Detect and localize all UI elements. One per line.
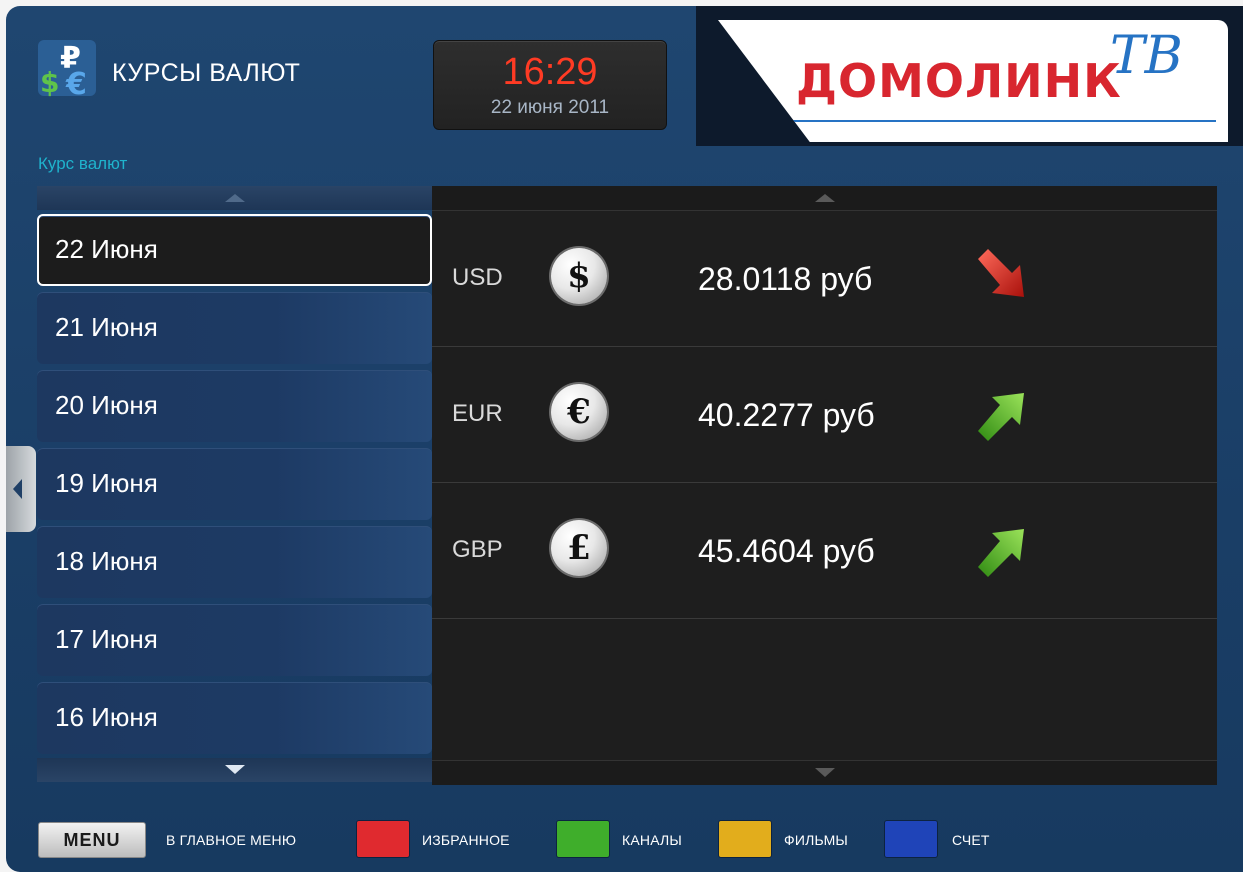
date-item[interactable]: 19 Июня xyxy=(37,448,432,520)
app-title: КУРСЫ ВАЛЮТ xyxy=(112,59,301,87)
blue-key-label: СЧЕТ xyxy=(952,832,990,848)
currency-code: USD xyxy=(452,264,503,291)
date-list-scroll-down[interactable] xyxy=(37,758,432,782)
date-item[interactable]: 22 Июня xyxy=(37,214,432,286)
red-key-label: ИЗБРАННОЕ xyxy=(422,832,510,848)
date-item-label: 17 Июня xyxy=(55,624,158,654)
yellow-key-button[interactable] xyxy=(718,820,772,858)
chevron-left-icon xyxy=(13,479,22,499)
arrow-up-icon xyxy=(224,194,245,202)
rate-row-gbp: GBP £ 45.4604 руб xyxy=(432,483,1217,619)
red-key-button[interactable] xyxy=(356,820,410,858)
rates-scroll-down[interactable] xyxy=(432,760,1217,785)
svg-text:€: € xyxy=(65,67,87,98)
pound-coin-icon: £ xyxy=(551,520,607,576)
date-item-label: 19 Июня xyxy=(55,468,158,498)
date-item[interactable]: 17 Июня xyxy=(37,604,432,676)
blue-key-button[interactable] xyxy=(884,820,938,858)
date-item[interactable]: 21 Июня xyxy=(37,292,432,364)
euro-coin-icon: € xyxy=(551,384,607,440)
green-arrow-up-icon xyxy=(978,393,1024,441)
green-key-button[interactable] xyxy=(556,820,610,858)
clock-panel: 16:29 22 июня 2011 xyxy=(433,40,667,130)
red-arrow-down-icon xyxy=(978,249,1024,297)
menu-caption: В ГЛАВНОЕ МЕНЮ xyxy=(166,832,297,848)
currency-code: GBP xyxy=(452,536,503,563)
date-item-label: 18 Июня xyxy=(55,546,158,576)
rate-row-eur: EUR € 40.2277 руб xyxy=(432,347,1217,483)
date-item[interactable]: 16 Июня xyxy=(37,682,432,754)
date-list: 22 Июня 21 Июня 20 Июня 19 Июня 18 Июня … xyxy=(37,186,432,784)
rates-panel: USD $ 28.0118 руб EUR € 40.2277 руб GBP … xyxy=(432,186,1217,785)
date-item[interactable]: 18 Июня xyxy=(37,526,432,598)
logo-tv-mark: ТВ xyxy=(1110,26,1183,86)
arrow-down-icon xyxy=(814,768,835,777)
green-arrow-up-icon xyxy=(978,529,1024,577)
rate-value: 40.2277 руб xyxy=(698,397,875,433)
clock-date: 22 июня 2011 xyxy=(490,97,610,118)
rate-value: 45.4604 руб xyxy=(698,533,875,569)
date-item-label: 21 Июня xyxy=(55,312,158,342)
date-item[interactable]: 20 Июня xyxy=(37,370,432,442)
rate-value: 28.0118 руб xyxy=(698,261,873,297)
yellow-key-label: ФИЛЬМЫ xyxy=(784,832,849,848)
rate-row-usd: USD $ 28.0118 руб xyxy=(432,211,1217,347)
menu-button[interactable]: MENU xyxy=(38,822,146,858)
app-frame: ДОМОЛИНК ТВ ₽ $ € КУРСЫ ВАЛЮТ 16:29 22 и… xyxy=(6,6,1243,872)
arrow-down-icon xyxy=(224,765,245,774)
date-item-label: 22 Июня xyxy=(55,234,158,264)
svg-text:$: $ xyxy=(40,66,59,98)
currency-ruble-dollar-euro-icon: ₽ $ € xyxy=(36,38,100,102)
dollar-coin-icon: $ xyxy=(551,248,607,304)
clock-time: 16:29 xyxy=(502,51,598,93)
logo-text: ДОМОЛИНК xyxy=(796,54,1122,108)
currency-code: EUR xyxy=(452,400,503,427)
date-item-label: 16 Июня xyxy=(55,702,158,732)
green-key-label: КАНАЛЫ xyxy=(622,832,683,848)
side-panel-tab[interactable] xyxy=(6,446,36,532)
rates-scroll-up[interactable] xyxy=(432,186,1217,211)
arrow-up-icon xyxy=(814,194,835,202)
section-title: Курс валют xyxy=(38,154,128,173)
logo-underline xyxy=(756,120,1216,122)
footer-bar: MENU В ГЛАВНОЕ МЕНЮ ИЗБРАННОЕ КАНАЛЫ ФИЛ… xyxy=(6,806,1243,866)
date-item-label: 20 Июня xyxy=(55,390,158,420)
date-list-scroll-up[interactable] xyxy=(37,186,432,210)
